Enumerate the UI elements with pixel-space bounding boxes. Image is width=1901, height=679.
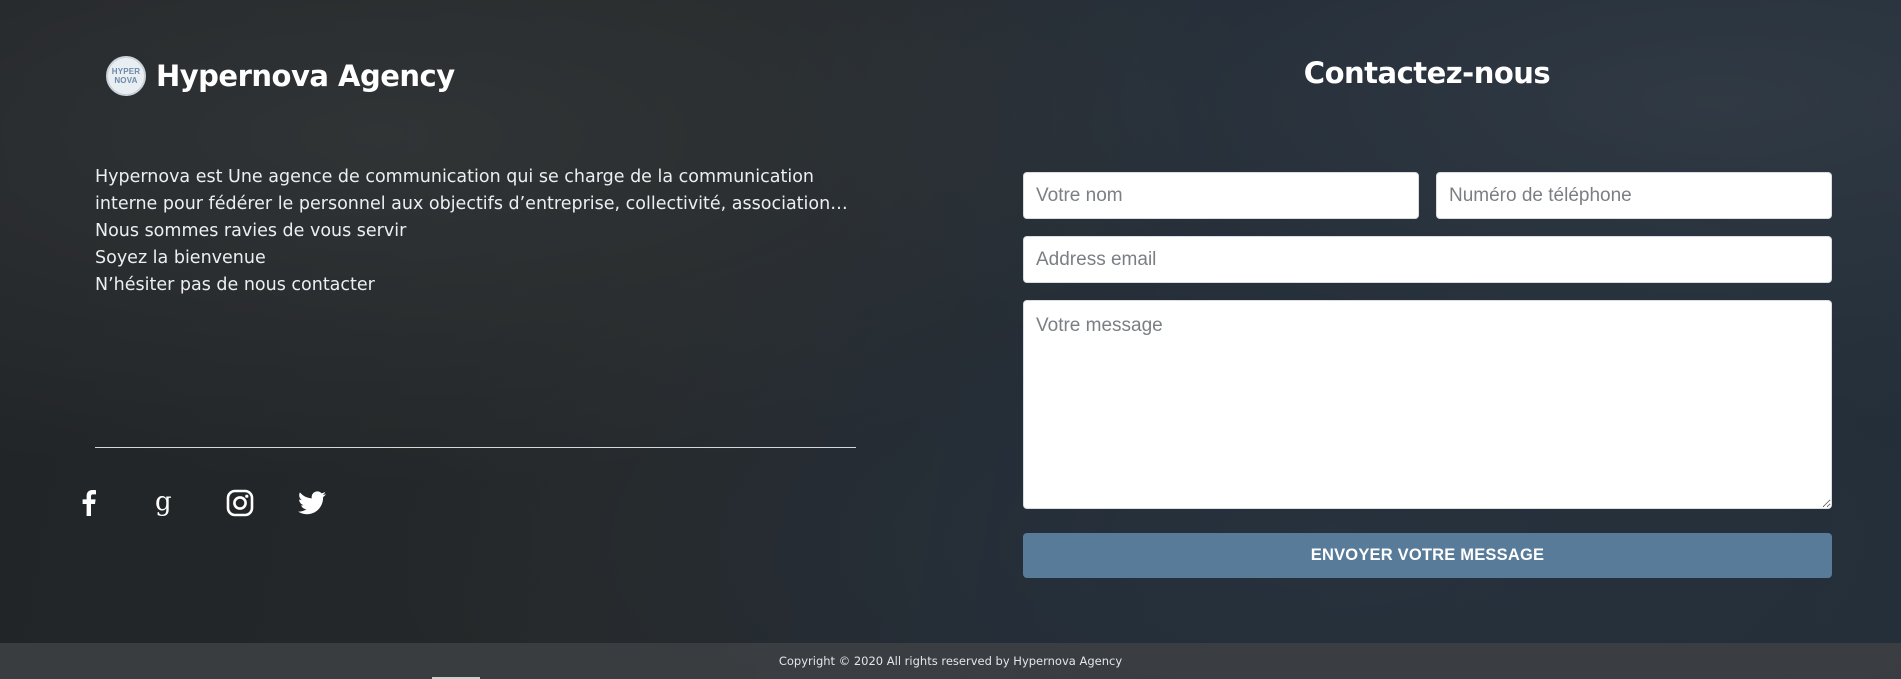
about-line: Nous sommes ravies de vous servir: [95, 221, 407, 241]
email-input[interactable]: [1023, 236, 1832, 283]
phone-input[interactable]: [1436, 172, 1832, 219]
about-line: Hypernova est Une agence de communicatio…: [95, 167, 814, 187]
about-line: interne pour fédérer le personnel aux ob…: [95, 194, 848, 214]
copyright-text: Copyright © 2020 All rights reserved by …: [778, 654, 1123, 668]
google-link[interactable]: g: [154, 486, 226, 520]
about-line: Soyez la bienvenue: [95, 248, 266, 268]
google-icon: g: [155, 488, 172, 517]
instagram-link[interactable]: [226, 486, 298, 520]
send-message-button[interactable]: ENVOYER VOTRE MESSAGE: [1023, 533, 1832, 578]
logo-line2: NOVA: [114, 76, 138, 85]
footer: Copyright © 2020 All rights reserved by …: [0, 643, 1901, 679]
facebook-icon: [82, 490, 96, 516]
logo-line1: HYPER: [111, 67, 141, 76]
divider: [95, 447, 856, 448]
name-input[interactable]: [1023, 172, 1419, 219]
brand-name: Hypernova Agency: [156, 59, 455, 93]
message-textarea[interactable]: [1023, 300, 1832, 509]
svg-text:g: g: [155, 488, 172, 517]
about-line: N’hésiter pas de nous contacter: [95, 275, 375, 295]
social-links: g: [82, 486, 370, 520]
twitter-icon: [298, 491, 326, 515]
twitter-link[interactable]: [298, 486, 370, 520]
logo: HYPER NOVA: [106, 56, 146, 96]
contact-section: HYPER NOVA Hypernova Agency Hypernova es…: [0, 0, 1901, 643]
brand: HYPER NOVA Hypernova Agency: [106, 56, 455, 96]
about-text: Hypernova est Une agence de communicatio…: [95, 164, 875, 299]
instagram-icon: [226, 489, 254, 517]
contact-title: Contactez-nous: [1303, 56, 1551, 90]
facebook-link[interactable]: [82, 486, 154, 520]
